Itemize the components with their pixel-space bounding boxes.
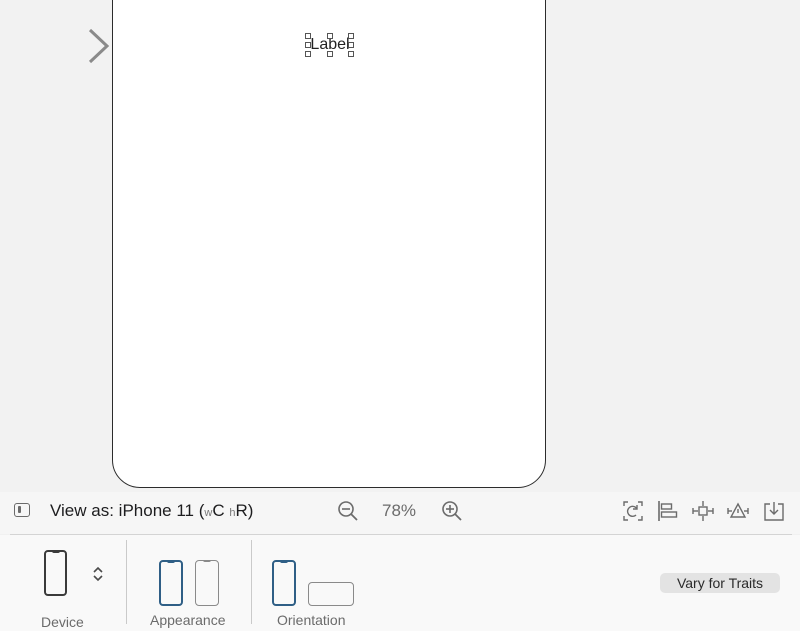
add-constraints-icon[interactable] [692, 500, 714, 522]
orientation-label: Orientation [277, 612, 346, 628]
resize-handle-bottom-left[interactable] [305, 51, 311, 57]
vary-for-traits-button[interactable]: Vary for Traits [660, 573, 780, 593]
orientation-portrait-option-icon[interactable] [272, 560, 296, 606]
device-phone-icon[interactable] [44, 550, 67, 596]
resize-handle-middle-right[interactable] [348, 42, 354, 48]
panel-divider [251, 540, 252, 624]
device-stepper-icon[interactable] [91, 565, 105, 583]
resize-handle-bottom-center[interactable] [327, 51, 333, 57]
appearance-label: Appearance [150, 612, 226, 628]
update-frames-icon[interactable] [622, 500, 644, 522]
resize-handle-middle-left[interactable] [305, 42, 311, 48]
selected-label[interactable]: Label [305, 33, 355, 57]
align-icon[interactable] [657, 500, 679, 522]
orientation-landscape-option-icon[interactable] [308, 582, 354, 606]
size-class-h: R) [235, 501, 254, 520]
resize-handle-top-left[interactable] [305, 33, 311, 39]
view-controller-scene[interactable] [112, 0, 546, 488]
view-as-device-button[interactable]: View as: iPhone 11 (wC hR) [50, 501, 253, 521]
view-as-text: View as: iPhone 11 ( [50, 501, 205, 520]
appearance-dark-option-icon[interactable] [195, 560, 219, 606]
resolve-issues-icon[interactable] [727, 500, 749, 522]
zoom-out-icon[interactable] [337, 500, 359, 522]
storyboard-canvas[interactable]: Label [0, 0, 800, 492]
initial-view-controller-arrow-icon[interactable] [6, 28, 112, 64]
resize-handle-top-center[interactable] [327, 33, 333, 39]
resize-handle-bottom-right[interactable] [348, 51, 354, 57]
appearance-light-option-icon[interactable] [159, 560, 183, 606]
embed-in-icon[interactable] [763, 500, 785, 522]
resize-handle-top-right[interactable] [348, 33, 354, 39]
panel-divider [126, 540, 127, 624]
zoom-in-icon[interactable] [441, 500, 463, 522]
sidebar-toggle-icon[interactable] [14, 503, 30, 517]
device-label: Device [41, 614, 84, 630]
zoom-level[interactable]: 78% [382, 501, 416, 521]
size-class-w: C [212, 501, 225, 520]
